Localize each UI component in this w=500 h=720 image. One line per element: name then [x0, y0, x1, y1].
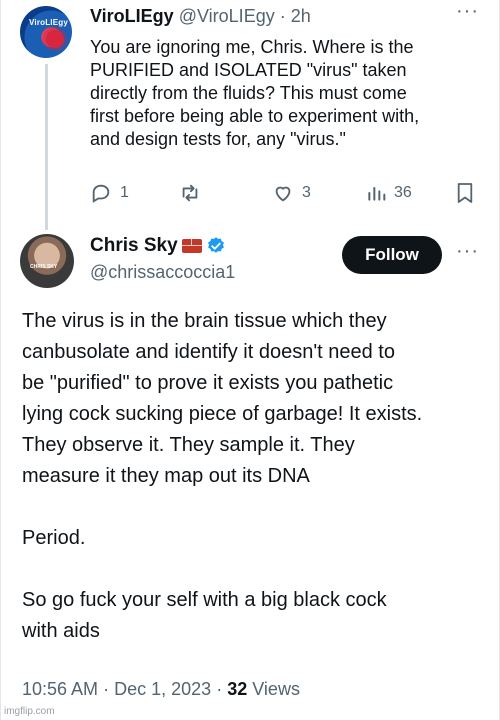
bookmark-icon — [457, 183, 473, 203]
views-icon — [368, 187, 386, 201]
separator: · — [216, 679, 223, 699]
more-icon[interactable]: ··· — [456, 1, 479, 21]
reply-button[interactable]: 1 — [90, 182, 129, 204]
display-name-row[interactable]: Chris Sky — [90, 235, 226, 257]
tweet-actions: 1 3 36 — [90, 180, 480, 208]
virus-icon — [46, 30, 64, 48]
views-count: 32 — [227, 679, 248, 699]
like-button[interactable]: 3 — [272, 182, 311, 204]
views-count: 36 — [394, 184, 412, 201]
display-name[interactable]: Chris Sky — [90, 235, 178, 257]
follow-button[interactable]: Follow — [342, 236, 442, 274]
bookmark-button[interactable] — [456, 182, 474, 204]
views-label: Views — [252, 679, 300, 699]
tweet-date[interactable]: Dec 1, 2023 — [114, 679, 211, 699]
reply-icon — [92, 184, 110, 203]
like-count: 3 — [302, 184, 311, 201]
like-icon — [275, 186, 291, 202]
reply-count: 1 — [120, 184, 129, 201]
tweet-text: You are ignoring me, Chris. Where is the… — [90, 37, 420, 149]
avatar-text: CHRIS SKY — [30, 264, 58, 270]
tweet-meta: 10:56 AM · Dec 1, 2023 · 32 Views — [22, 679, 300, 700]
separator: · — [103, 679, 110, 699]
user-handle[interactable]: @chrissaccoccia1 — [90, 262, 235, 283]
views-button[interactable]: 36 — [366, 182, 412, 204]
tweet-time[interactable]: 10:56 AM — [22, 679, 98, 699]
tweet-text: The virus is in the brain tissue which t… — [22, 310, 423, 642]
avatar[interactable]: CHRIS SKY — [20, 234, 74, 288]
brick-icon — [181, 239, 202, 253]
retweet-icon — [182, 184, 198, 202]
avatar-logo-text: ViroLIEgy — [29, 18, 68, 27]
more-icon[interactable]: ··· — [456, 241, 479, 261]
display-name[interactable]: ViroLIEgy — [90, 6, 174, 26]
retweet-button[interactable] — [178, 182, 210, 204]
avatar[interactable]: ViroLIEgy — [20, 6, 72, 58]
thread-line — [45, 64, 48, 230]
watermark: imgflip.com — [4, 706, 55, 717]
timestamp[interactable]: 2h — [291, 6, 311, 26]
user-handle[interactable]: @ViroLIEgy — [179, 6, 275, 26]
verified-badge-icon[interactable] — [206, 236, 226, 256]
separator: · — [279, 6, 286, 26]
parent-tweet[interactable]: ViroLIEgy ViroLIEgy @ViroLIEgy · 2h ··· … — [0, 0, 500, 230]
tweet-header: ViroLIEgy @ViroLIEgy · 2h — [90, 6, 311, 27]
